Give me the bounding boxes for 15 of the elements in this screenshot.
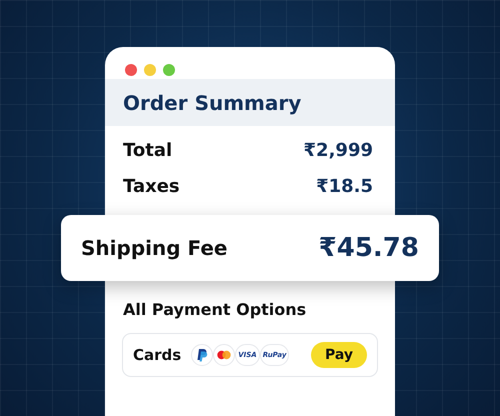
line-amount: ₹2,999 [304, 140, 373, 160]
line-label: Total [123, 140, 172, 160]
p-logo-icon [191, 344, 214, 366]
shipping-label: Shipping Fee [81, 236, 228, 260]
window-control-dot[interactable] [144, 64, 156, 76]
overlapping-circles-icon [213, 344, 236, 366]
method-label: Cards [133, 346, 182, 364]
window-control-dot[interactable] [163, 64, 175, 76]
shipping-amount: ₹45.78 [318, 233, 419, 263]
pay-button[interactable]: Pay [310, 342, 367, 368]
summary-title: Order Summary [123, 90, 302, 114]
line-label: Taxes [123, 176, 180, 196]
window-control-dot[interactable] [125, 64, 137, 76]
line-amount: ₹18.5 [316, 176, 373, 196]
payment-heading: All Payment Options [123, 300, 308, 319]
